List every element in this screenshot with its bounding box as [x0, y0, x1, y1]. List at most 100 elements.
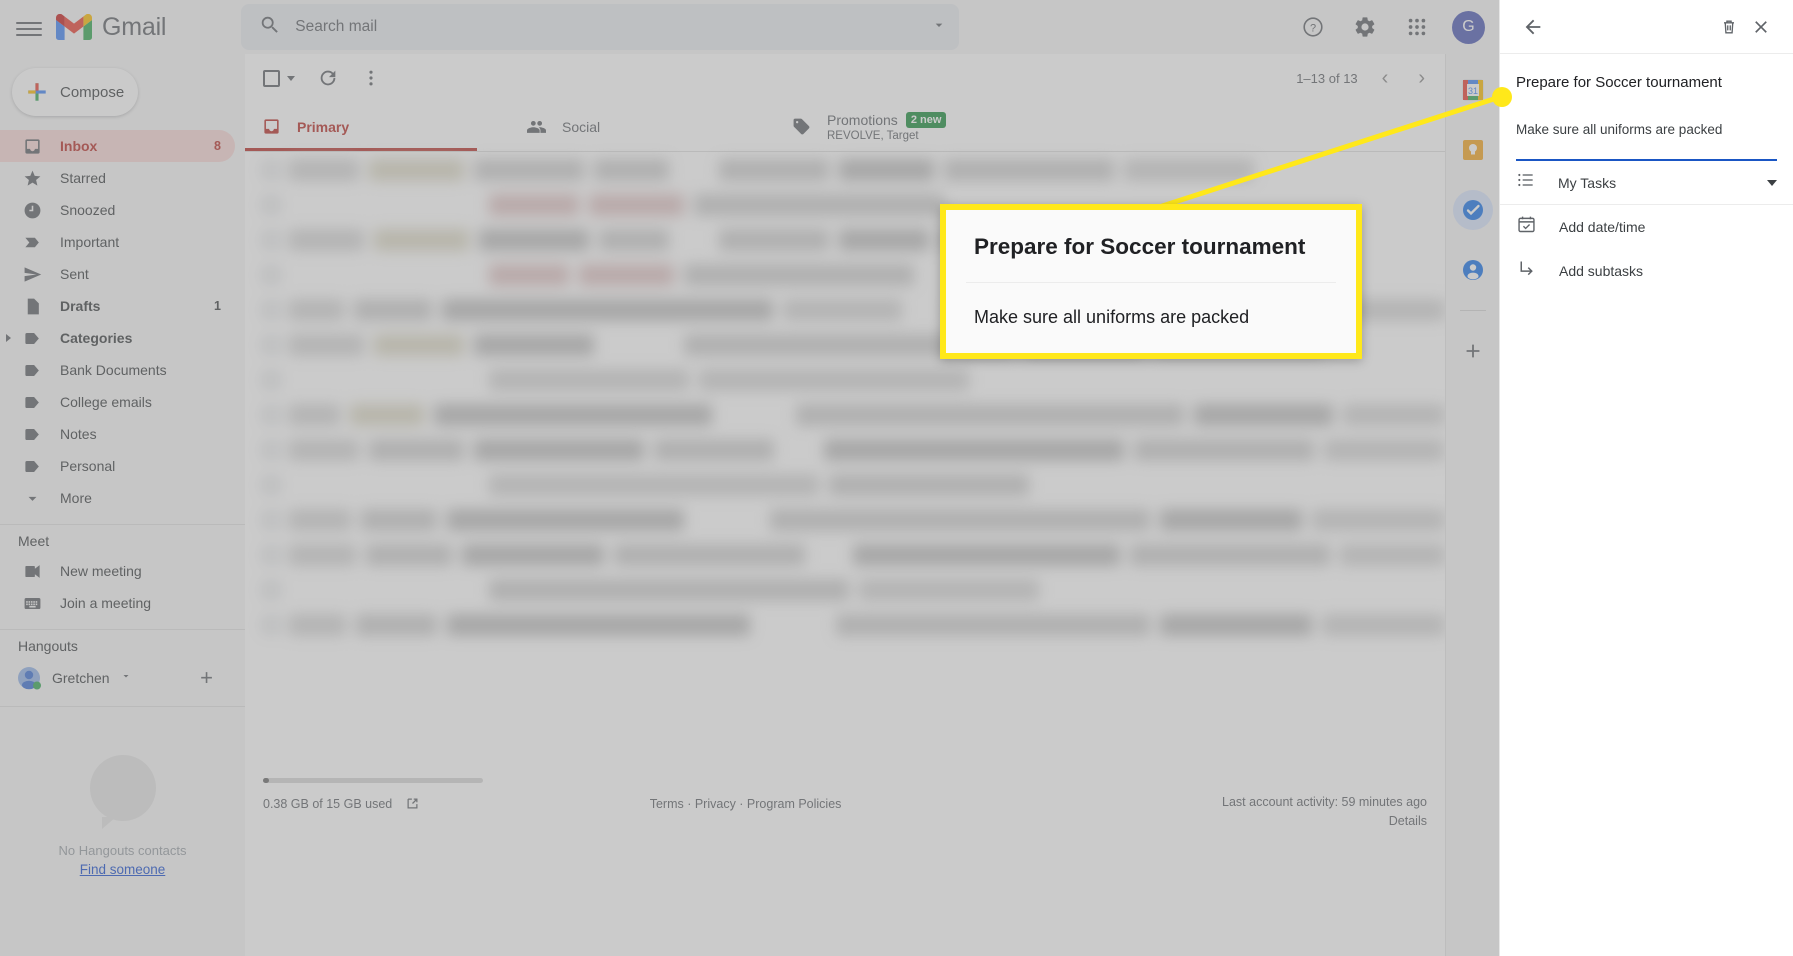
- add-date-time-row[interactable]: Add date/time: [1500, 205, 1793, 249]
- meet-nav: New meeting Join a meeting: [0, 555, 245, 619]
- add-subtasks-row[interactable]: Add subtasks: [1500, 249, 1793, 293]
- select-all-checkbox[interactable]: [263, 69, 280, 87]
- compose-button[interactable]: Compose: [12, 68, 138, 116]
- select-all-chevron-down-icon[interactable]: [287, 75, 295, 81]
- add-ons-plus-icon[interactable]: [1453, 331, 1493, 371]
- expand-caret-icon[interactable]: [6, 334, 11, 342]
- tab-promotions[interactable]: Promotions 2 new REVOLVE, Target: [775, 102, 1040, 151]
- tab-primary[interactable]: Primary: [245, 102, 510, 151]
- mail-row[interactable]: [245, 432, 1445, 467]
- mail-row-text-block: [594, 158, 669, 181]
- mail-row-text-block: [489, 473, 819, 496]
- search-input[interactable]: [295, 18, 932, 36]
- mail-row-checkbox[interactable]: [263, 266, 279, 283]
- label-icon: [22, 456, 42, 476]
- gear-icon[interactable]: [1344, 6, 1386, 48]
- mail-row-checkbox[interactable]: [263, 371, 279, 388]
- mail-row-text-block: [355, 613, 437, 636]
- refresh-icon[interactable]: [317, 67, 339, 89]
- close-icon[interactable]: [1745, 11, 1777, 43]
- meet-item-join-a-meeting[interactable]: Join a meeting: [0, 587, 235, 619]
- sidebar-item-count: 8: [214, 139, 221, 153]
- mail-row-text-block: [853, 543, 1121, 566]
- prev-page-icon[interactable]: ‹: [1376, 67, 1395, 90]
- more-options-icon[interactable]: [361, 68, 381, 88]
- mail-row[interactable]: [245, 397, 1445, 432]
- hangouts-status-chevron-icon[interactable]: [120, 669, 132, 687]
- label-icon: [22, 328, 42, 348]
- task-list-selector[interactable]: My Tasks: [1500, 161, 1793, 205]
- draft-icon: [22, 296, 42, 316]
- sidebar-item-label: Personal: [60, 458, 116, 474]
- tasks-icon[interactable]: [1452, 190, 1505, 230]
- sidebar-item-sent[interactable]: Sent: [0, 258, 235, 290]
- apps-grid-icon[interactable]: [1396, 6, 1438, 48]
- storage-external-link-icon[interactable]: [405, 796, 420, 816]
- hangouts-user-row[interactable]: Gretchen +: [0, 660, 245, 696]
- mail-row-text-block: [369, 438, 464, 461]
- sidebar-item-more[interactable]: More: [0, 482, 235, 514]
- sidebar-item-snoozed[interactable]: Snoozed: [0, 194, 235, 226]
- mail-row[interactable]: [245, 152, 1445, 187]
- search-box[interactable]: [241, 4, 960, 50]
- hangouts-add-icon[interactable]: +: [200, 665, 213, 691]
- mail-row-checkbox[interactable]: [263, 301, 279, 318]
- mail-row-checkbox[interactable]: [263, 336, 279, 353]
- back-arrow-icon[interactable]: [1516, 10, 1550, 44]
- tab-social[interactable]: Social: [510, 102, 775, 151]
- activity-details-link[interactable]: Details: [1222, 814, 1427, 828]
- contacts-icon[interactable]: [1453, 250, 1493, 290]
- mail-row-checkbox[interactable]: [263, 581, 279, 598]
- sidebar-item-personal[interactable]: Personal: [0, 450, 235, 482]
- sidebar-item-college-emails[interactable]: College emails: [0, 386, 235, 418]
- mail-row-text-block: [769, 508, 1150, 531]
- sidebar-item-label: More: [60, 490, 92, 506]
- next-page-icon[interactable]: ›: [1412, 67, 1431, 90]
- calendar-icon[interactable]: 31: [1453, 70, 1493, 110]
- sidebar-item-starred[interactable]: Starred: [0, 162, 235, 194]
- mail-row-checkbox[interactable]: [263, 511, 279, 528]
- mail-row-checkbox[interactable]: [263, 441, 279, 458]
- sidebar-item-categories[interactable]: Categories: [0, 322, 235, 354]
- mail-row-checkbox[interactable]: [263, 161, 279, 178]
- mail-row-checkbox[interactable]: [263, 616, 279, 633]
- search-options-chevron-icon[interactable]: [931, 17, 947, 38]
- trash-icon[interactable]: [1713, 11, 1745, 43]
- mail-row[interactable]: [245, 572, 1445, 607]
- task-notes-field[interactable]: Make sure all uniforms are packed: [1516, 122, 1777, 161]
- sidebar-item-important[interactable]: Important: [0, 226, 235, 258]
- sidebar-item-bank-documents[interactable]: Bank Documents: [0, 354, 235, 386]
- main-menu-icon[interactable]: [16, 18, 42, 36]
- mail-row[interactable]: [245, 607, 1445, 642]
- meet-item-new-meeting[interactable]: New meeting: [0, 555, 235, 587]
- sidebar-item-inbox[interactable]: Inbox 8: [0, 130, 235, 162]
- find-someone-link[interactable]: Find someone: [80, 862, 166, 877]
- gmail-logo[interactable]: Gmail: [56, 13, 166, 42]
- mail-row[interactable]: [245, 502, 1445, 537]
- chevron-down-icon[interactable]: [1767, 179, 1777, 186]
- mail-row-text-block: [289, 228, 364, 251]
- mail-row-text-block: [1340, 543, 1445, 566]
- mail-row-checkbox[interactable]: [263, 196, 279, 213]
- sidebar-item-label: Important: [60, 234, 120, 250]
- sidebar-item-drafts[interactable]: Drafts 1: [0, 290, 235, 322]
- hangouts-empty-text: No Hangouts contacts: [58, 843, 187, 858]
- mail-row[interactable]: [245, 362, 1445, 397]
- mail-row-checkbox[interactable]: [263, 231, 279, 248]
- help-icon[interactable]: ?: [1292, 6, 1334, 48]
- mail-row-text-block: [374, 333, 464, 356]
- mail-row-checkbox[interactable]: [263, 476, 279, 493]
- mail-row-text-block: [1159, 508, 1303, 531]
- mail-row-checkbox[interactable]: [263, 406, 279, 423]
- sidebar-item-notes[interactable]: Notes: [0, 418, 235, 450]
- mail-row-text-block: [1159, 613, 1312, 636]
- task-title-field[interactable]: Prepare for Soccer tournament: [1516, 72, 1777, 94]
- keep-icon[interactable]: [1453, 130, 1493, 170]
- mail-row[interactable]: [245, 467, 1445, 502]
- mail-row[interactable]: [245, 537, 1445, 572]
- task-list-name: My Tasks: [1558, 174, 1617, 191]
- mail-row-checkbox[interactable]: [263, 546, 279, 563]
- footer-links[interactable]: Terms · Privacy · Program Policies: [650, 797, 842, 811]
- list-toolbar: 1–13 of 13 ‹ ›: [245, 54, 1445, 102]
- avatar[interactable]: G: [1452, 10, 1485, 44]
